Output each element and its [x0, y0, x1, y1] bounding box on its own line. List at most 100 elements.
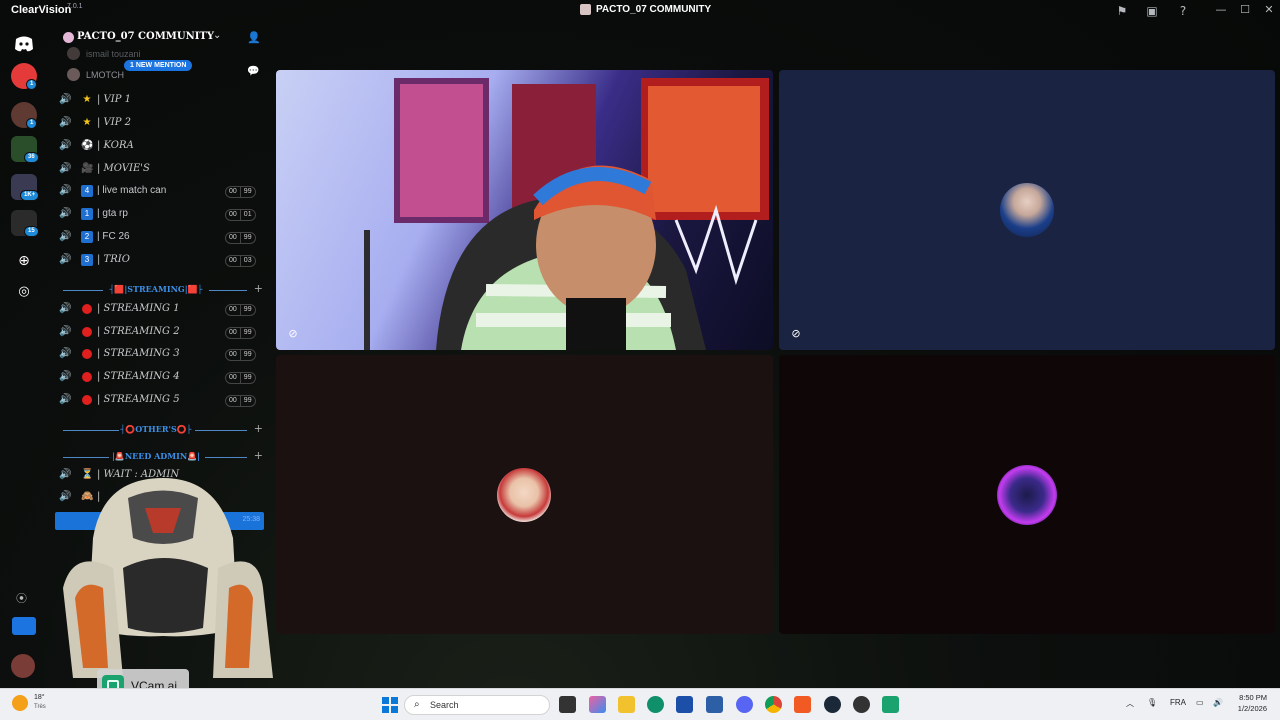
- server-pacto[interactable]: 1: [11, 102, 38, 129]
- star-icon: ★: [82, 94, 92, 105]
- voice-member[interactable]: ismail touzani: [67, 47, 141, 60]
- discover-icon[interactable]: ◎: [11, 279, 37, 305]
- mail-icon[interactable]: [706, 696, 723, 713]
- video-tile-2[interactable]: ⊘: [779, 70, 1275, 350]
- new-mention-pill[interactable]: 1 NEW MENTION: [124, 60, 193, 71]
- clock-date: 1/2/2026: [1237, 704, 1267, 713]
- channel-label: | gta rp: [97, 208, 128, 219]
- taskbar-clock[interactable]: 8:50 PM 1/2/2026: [1233, 692, 1267, 714]
- chrome-icon[interactable]: [765, 696, 782, 713]
- maximize-button[interactable]: ☐: [1234, 2, 1256, 18]
- taskbar-search-input[interactable]: ⌕ Search: [404, 695, 550, 715]
- channel-gta-rp[interactable]: 🔊 1 | gta rp 00 01: [59, 206, 263, 224]
- user-limit-counter: 00 99: [225, 395, 256, 407]
- speaker-icon: 🔊: [59, 371, 72, 382]
- file-explorer-icon[interactable]: [618, 696, 635, 713]
- add-channel-icon[interactable]: +: [254, 422, 263, 435]
- category-others[interactable]: ┤⭕OTHER'S⭕├ +: [61, 422, 263, 436]
- hide-video-icon[interactable]: ⊘: [789, 327, 803, 341]
- chat-bubble-icon[interactable]: 💬: [247, 66, 259, 77]
- speaker-icon: 🔊: [59, 326, 72, 337]
- channel-label: | FC 26: [97, 231, 130, 242]
- webcam-overlay: [33, 478, 303, 688]
- guild-header[interactable]: PACTO_07 COMMUNITY ⌄ 👤: [63, 30, 263, 48]
- weather-icon[interactable]: [12, 695, 28, 711]
- channel-movies[interactable]: 🔊 🎥 | MOVIE'S: [59, 161, 263, 179]
- channel-label: | STREAMING 4: [97, 371, 180, 382]
- red-circle-icon: [82, 372, 92, 382]
- channel-streaming-5[interactable]: 🔊 | STREAMING 5 00 99: [59, 392, 263, 410]
- number-3-icon: 3: [81, 254, 93, 266]
- user-limit-counter: 00 99: [225, 304, 256, 316]
- close-button[interactable]: ✕: [1258, 2, 1280, 18]
- windows-start-icon[interactable]: [382, 697, 398, 713]
- search-icon: ⌕: [414, 699, 420, 710]
- task-view-icon[interactable]: [559, 696, 576, 713]
- discord-home-icon[interactable]: [11, 31, 37, 57]
- channel-vip-2[interactable]: 🔊 ★ | VIP 2: [59, 115, 263, 133]
- obs-icon[interactable]: [853, 696, 870, 713]
- channel-streaming-3[interactable]: 🔊 | STREAMING 3 00 99: [59, 346, 263, 364]
- channel-streaming-4[interactable]: 🔊 | STREAMING 4 00 99: [59, 369, 263, 387]
- member-name: LMOTCH: [86, 69, 124, 80]
- server-folder-1[interactable]: 36: [11, 136, 39, 163]
- category-need-admin[interactable]: |🚨NEED ADMIN🚨| +: [61, 449, 263, 463]
- channel-streaming-1[interactable]: 🔊 | STREAMING 1 00 99: [59, 301, 263, 319]
- speaker-icon: 🔊: [59, 163, 72, 174]
- channel-kora[interactable]: 🔊 ⚽ | KORA: [59, 138, 263, 156]
- channel-live-match[interactable]: 🔊 4 | live match can 00 99: [59, 183, 263, 201]
- webcam-feed: [364, 78, 769, 350]
- category-streaming[interactable]: ┤🟥|STREAMING|🟥├ +: [61, 282, 263, 296]
- speaker-icon: 🔊: [59, 303, 72, 314]
- network-icon[interactable]: ▭: [1196, 698, 1204, 707]
- store-icon[interactable]: [676, 696, 693, 713]
- discord-taskbar-icon[interactable]: [736, 696, 753, 713]
- channel-streaming-2[interactable]: 🔊 | STREAMING 2 00 99: [59, 324, 263, 342]
- inbox-icon[interactable]: ▣: [1144, 3, 1160, 19]
- steam-icon[interactable]: [824, 696, 841, 713]
- minimize-button[interactable]: —: [1210, 2, 1232, 18]
- tray-overflow-icon[interactable]: ︿: [1126, 698, 1134, 709]
- microphone-icon[interactable]: 🎙: [1147, 698, 1157, 707]
- brave-icon[interactable]: [794, 696, 811, 713]
- red-circle-icon: [82, 349, 92, 359]
- speaker-icon: 🔊: [59, 231, 72, 242]
- user-limit-counter: 00 99: [225, 372, 256, 384]
- add-channel-icon[interactable]: +: [254, 282, 263, 295]
- channel-fc26[interactable]: 🔊 2 | FC 26 00 99: [59, 229, 263, 247]
- voice-member[interactable]: LMOTCH: [67, 68, 124, 81]
- edge-icon[interactable]: [647, 696, 664, 713]
- user-limit-counter: 00 99: [225, 349, 256, 361]
- rss-icon[interactable]: ⦿: [16, 590, 27, 606]
- video-tile-1[interactable]: ⊘: [276, 70, 773, 350]
- server-folder-3[interactable]: 15: [11, 210, 39, 237]
- member-name: ismail touzani: [86, 48, 141, 59]
- guild-icon: [63, 32, 74, 43]
- channel-vip-1[interactable]: 🔊 ★ | VIP 1: [59, 92, 263, 110]
- volume-icon[interactable]: 🔊: [1213, 698, 1223, 707]
- inbox-flag-icon[interactable]: ⚑: [1114, 3, 1130, 19]
- vcam-taskbar-icon[interactable]: [882, 696, 899, 713]
- video-tile-4[interactable]: [779, 355, 1275, 634]
- add-channel-icon[interactable]: +: [254, 449, 263, 462]
- user-avatar[interactable]: [11, 654, 35, 678]
- weather-temp: 18°: [34, 694, 45, 701]
- invite-people-icon[interactable]: 👤: [247, 31, 261, 44]
- hide-video-icon[interactable]: ⊘: [286, 327, 300, 341]
- channel-label: | MOVIE'S: [97, 163, 150, 174]
- add-server-icon[interactable]: ⊕: [11, 248, 37, 274]
- video-tile-3[interactable]: [276, 355, 773, 634]
- help-icon[interactable]: ?: [1175, 3, 1191, 19]
- channel-label: | KORA: [97, 140, 134, 151]
- channel-trio[interactable]: 🔊 3 | TRIO 00 03: [59, 252, 263, 270]
- guild-name: PACTO_07 COMMUNITY: [77, 31, 214, 42]
- camera-icon: 🎥: [81, 163, 94, 174]
- channel-label: | STREAMING 1: [97, 303, 180, 314]
- language-indicator[interactable]: FRA: [1170, 698, 1186, 707]
- participant-avatar: [997, 465, 1057, 525]
- copilot-icon[interactable]: [589, 696, 606, 713]
- server-folder-2[interactable]: 1K+: [11, 174, 40, 201]
- number-2-icon: 2: [81, 231, 93, 243]
- dm-avatar-1[interactable]: 1: [11, 63, 38, 90]
- speaker-icon: 🔊: [59, 140, 72, 151]
